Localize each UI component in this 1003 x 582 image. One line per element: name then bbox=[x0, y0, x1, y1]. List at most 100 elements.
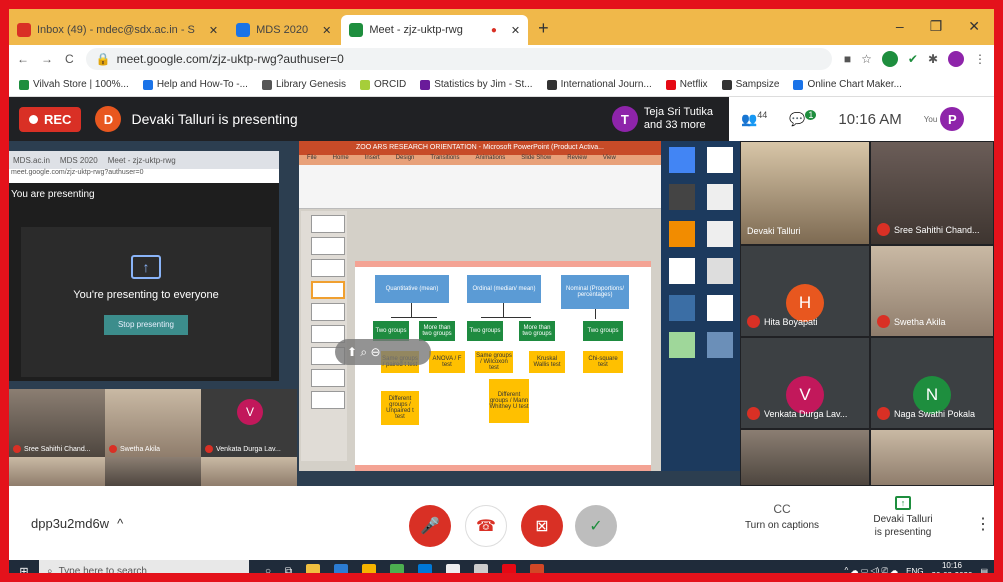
bookmark-icon bbox=[142, 79, 153, 90]
participant-tile[interactable] bbox=[870, 429, 994, 486]
file-explorer-icon[interactable] bbox=[306, 564, 321, 573]
bookmark-item[interactable]: Library Genesis bbox=[261, 79, 346, 90]
bookmark-label: ORCID bbox=[374, 79, 407, 90]
chrome-icon[interactable] bbox=[362, 564, 377, 573]
camera-toggle-button[interactable]: ⊠ bbox=[521, 505, 563, 547]
participant-tile[interactable]: H Hita Boyapati bbox=[740, 245, 870, 337]
bookmark-item[interactable]: Online Chart Maker... bbox=[793, 79, 902, 90]
bookmark-item[interactable]: Sampsize bbox=[721, 79, 779, 90]
edge-icon[interactable] bbox=[418, 564, 433, 573]
meeting-code: dpp3u2md6w bbox=[31, 516, 110, 531]
participant-name: Sree Sahithi Chand... bbox=[894, 224, 980, 235]
new-tab-button[interactable]: + bbox=[530, 18, 557, 45]
presentation-control-pill[interactable]: ⬆ ⌕ ⊖ bbox=[335, 339, 431, 365]
ppt-tab: File bbox=[307, 155, 317, 161]
cortana-icon[interactable]: ○ bbox=[265, 566, 271, 574]
captions-button[interactable]: CC Turn on captions bbox=[737, 502, 827, 531]
bookmark-item[interactable]: Vilvah Store | 100%... bbox=[19, 79, 129, 90]
bookmark-item[interactable]: International Journ... bbox=[546, 79, 652, 90]
captured-thumb bbox=[105, 457, 201, 486]
url-field[interactable]: 🔒 meet.google.com/zjz-uktp-rwg?authuser=… bbox=[85, 48, 832, 70]
app-icon[interactable] bbox=[474, 564, 489, 573]
ppt-tab: Home bbox=[332, 155, 349, 161]
search-icon: ⌕ bbox=[47, 565, 53, 577]
connector bbox=[481, 317, 531, 318]
connector bbox=[503, 303, 504, 317]
bookmark-item[interactable]: Netflix bbox=[665, 79, 708, 90]
taskbar-clock[interactable]: 10:16 20-08-2020 bbox=[932, 561, 973, 573]
participant-tile[interactable]: V Venkata Durga Lav... bbox=[740, 337, 870, 429]
leave-call-button[interactable]: ☎ bbox=[465, 505, 507, 547]
slide-thumb bbox=[311, 303, 345, 321]
puzzle-icon[interactable]: ✱ bbox=[928, 52, 938, 66]
powerpoint-icon[interactable] bbox=[530, 564, 545, 573]
ppt-tab: Review bbox=[567, 155, 587, 161]
camera-icon[interactable]: ■ bbox=[844, 52, 851, 66]
gmail-icon bbox=[17, 23, 31, 37]
bookmark-label: Online Chart Maker... bbox=[807, 79, 902, 90]
close-window-icon[interactable]: ✕ bbox=[968, 18, 980, 35]
windows-start-icon[interactable]: ⊞ bbox=[9, 565, 39, 574]
notifications-icon[interactable]: ▤ bbox=[980, 567, 988, 574]
netflix-icon[interactable] bbox=[502, 564, 517, 573]
tab-meet[interactable]: Meet - zjz-uktp-rwg ● ✕ bbox=[341, 15, 529, 45]
bookmark-item[interactable]: Help and How-To -... bbox=[142, 79, 248, 90]
taskbar-search[interactable]: ⌕ Type here to search bbox=[39, 560, 249, 577]
chat-button[interactable]: 💬 1 bbox=[789, 110, 817, 127]
diagram-node: More than two groups bbox=[419, 321, 455, 341]
captured-thumb: Sree Sahithi Chand... bbox=[9, 389, 105, 457]
tab-mds[interactable]: MDS 2020 ✕ bbox=[228, 15, 339, 45]
close-icon[interactable]: ✕ bbox=[511, 24, 520, 37]
presenting-button[interactable]: ↑ Devaki Talluri is presenting bbox=[859, 496, 947, 539]
participant-tile[interactable]: N Naga Swathi Pokala bbox=[870, 337, 994, 429]
participant-tile[interactable]: Swetha Akila bbox=[870, 245, 994, 337]
more-options-icon[interactable]: ⋮ bbox=[975, 514, 991, 534]
presenting-text: Devaki Talluri is presenting bbox=[131, 111, 298, 127]
meeting-time: 10:16 AM bbox=[838, 110, 902, 128]
close-icon[interactable]: ✕ bbox=[322, 24, 331, 37]
tray-icons[interactable]: ^ ☁ ▭ ◁) ⎚ ☁ bbox=[845, 566, 899, 573]
window-controls: – ❐ ✕ bbox=[882, 18, 994, 45]
restore-icon[interactable]: ❐ bbox=[930, 18, 943, 35]
reload-icon[interactable]: C bbox=[65, 52, 74, 66]
hangup-icon: ☎ bbox=[476, 518, 496, 535]
windows-taskbar: ⊞ ⌕ Type here to search ○ ⧉ ^ ☁ ▭ ◁) ⎚ ☁… bbox=[9, 560, 994, 577]
task-view-icon[interactable]: ⧉ bbox=[285, 566, 292, 574]
other-participants[interactable]: T Teja Sri Tutika and 33 more bbox=[611, 106, 713, 132]
captured-thumbnails: Sree Sahithi Chand... Swetha Akila V Ven… bbox=[9, 389, 299, 486]
language-indicator[interactable]: ENG bbox=[906, 567, 923, 574]
classroom-icon bbox=[236, 23, 251, 37]
forward-icon[interactable]: → bbox=[41, 52, 53, 66]
bookmark-item[interactable]: Statistics by Jim - St... bbox=[420, 79, 533, 90]
mic-off-icon bbox=[877, 407, 890, 420]
people-button[interactable]: 👥44 bbox=[741, 110, 767, 127]
bookmark-item[interactable]: ORCID bbox=[360, 79, 406, 90]
app-icon[interactable] bbox=[390, 564, 405, 573]
self-view[interactable]: You P bbox=[924, 107, 965, 131]
bookmark-icon bbox=[793, 79, 804, 90]
check-icon[interactable]: ✔ bbox=[908, 52, 918, 66]
tab-inbox[interactable]: Inbox (49) - mdec@sdx.ac.in - S ✕ bbox=[9, 15, 226, 45]
meeting-details-button[interactable]: dpp3u2md6w ^ bbox=[31, 516, 123, 531]
present-screen-icon: ↑ bbox=[895, 496, 911, 510]
tab-label: Inbox (49) - mdec@sdx.ac.in - S bbox=[37, 24, 195, 36]
extension-check-button[interactable]: ✓ bbox=[575, 505, 617, 547]
presenting-line1: Devaki Talluri bbox=[873, 514, 933, 525]
participant-tile[interactable] bbox=[740, 429, 870, 486]
recording-dot-icon: ● bbox=[490, 24, 497, 36]
connector bbox=[391, 317, 437, 318]
store-icon[interactable] bbox=[446, 564, 461, 573]
profile-icon[interactable] bbox=[948, 51, 964, 67]
menu-icon[interactable]: ⋮ bbox=[974, 52, 986, 66]
star-icon[interactable]: ☆ bbox=[861, 52, 872, 66]
mic-toggle-button[interactable]: 🎤 bbox=[409, 505, 451, 547]
participant-tile[interactable]: Sree Sahithi Chand... bbox=[870, 141, 994, 245]
participant-avatar: T bbox=[611, 106, 638, 132]
extension-icon[interactable] bbox=[881, 51, 898, 67]
participant-tile[interactable]: Devaki Talluri bbox=[740, 141, 870, 245]
close-icon[interactable]: ✕ bbox=[209, 24, 218, 37]
minimize-icon[interactable]: – bbox=[896, 18, 904, 35]
back-icon[interactable]: ← bbox=[17, 52, 29, 66]
bookmarks-bar: Vilvah Store | 100%... Help and How-To -… bbox=[9, 73, 994, 97]
mail-icon[interactable] bbox=[334, 564, 349, 573]
